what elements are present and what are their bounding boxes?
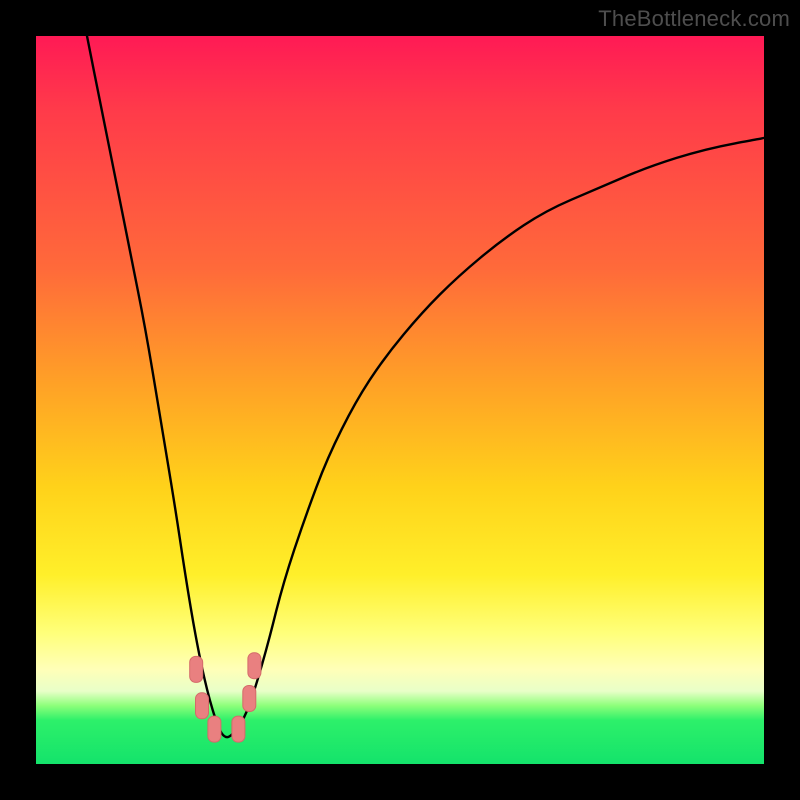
marker [248,653,261,679]
marker [196,693,209,719]
marker [232,716,245,742]
marker [208,716,221,742]
watermark-text: TheBottleneck.com [598,6,790,32]
curve-layer [36,36,764,764]
marker [243,686,256,712]
plot-area [36,36,764,764]
marker [190,656,203,682]
chart-frame: TheBottleneck.com [0,0,800,800]
highlight-markers [190,653,261,742]
bottleneck-curve [87,36,764,737]
